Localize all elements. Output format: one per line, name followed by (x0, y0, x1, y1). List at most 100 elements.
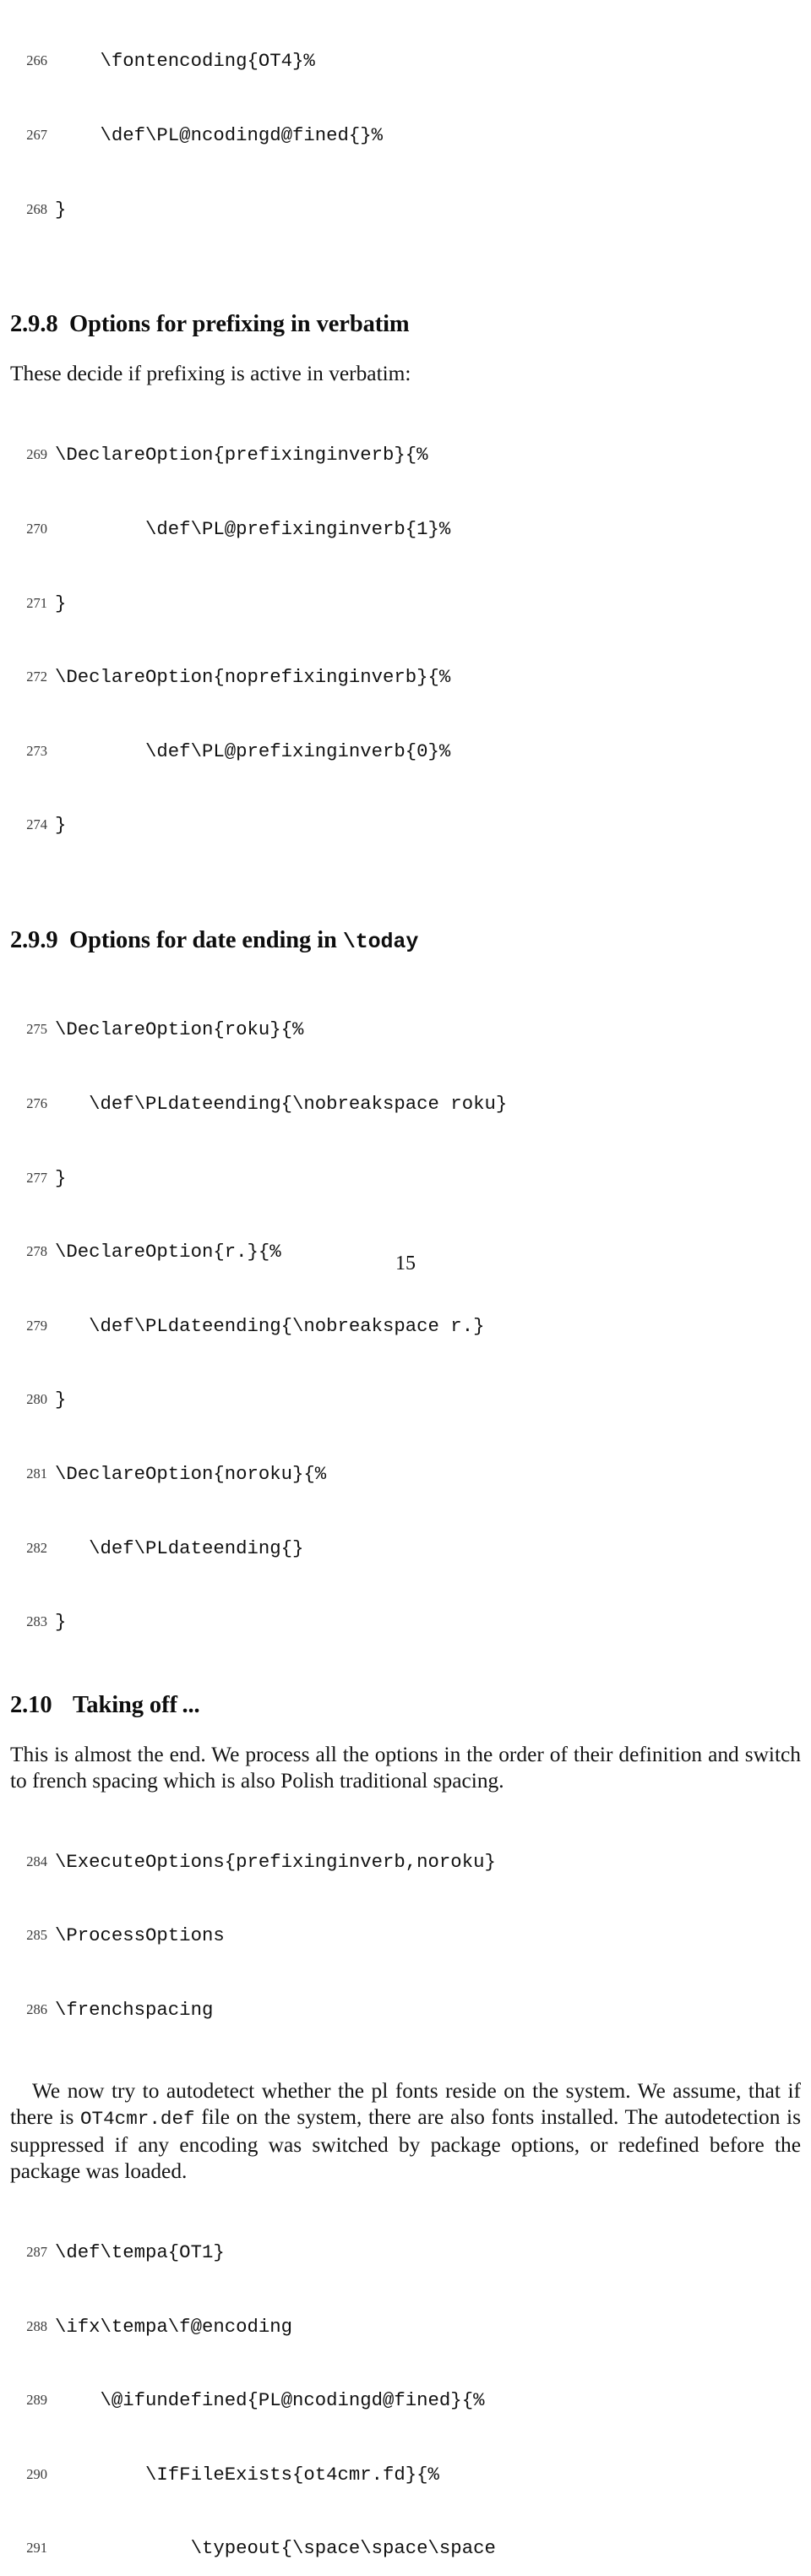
line-code: \ProcessOptions (55, 1924, 225, 1947)
line-number: 290 (26, 2465, 47, 2482)
code-listing-287-298: 287 \def\tempa{OT1} 288 \ifx\tempa\f@encod… (10, 2191, 801, 2576)
line-code: \DeclareOption{noprefixinginverb}{% (55, 666, 451, 689)
line-number: 291 (26, 2540, 47, 2557)
line-number: 272 (26, 669, 47, 685)
line-code: } (55, 592, 67, 614)
code-line: 271} (10, 592, 801, 616)
line-code: \def\PLdateending{\nobreakspace r.} (55, 1314, 485, 1337)
line-number: 269 (26, 446, 47, 463)
line-number: 267 (26, 127, 47, 143)
line-number: 283 (26, 1613, 47, 1630)
code-line: 290 \IfFileExists{ot4cmr.fd}{% (10, 2463, 801, 2487)
line-number: 273 (26, 742, 47, 759)
line-number: 286 (26, 2000, 47, 2017)
line-number: 268 (26, 200, 47, 217)
section-title: Taking off ... (73, 1691, 200, 1718)
code-line: 274} (10, 813, 801, 838)
line-number: 289 (26, 2392, 47, 2409)
section-title: Options for prefixing in verbatim (69, 311, 410, 338)
line-code: \DeclareOption{roku}{% (55, 1018, 304, 1041)
line-number: 266 (26, 52, 47, 69)
code-listing-269-274: 269 \DeclareOption{prefixinginverb}{% 270… (10, 394, 801, 887)
code-line: 272 \DeclareOption{noprefixinginverb}{% (10, 665, 801, 690)
line-number: 285 (26, 1927, 47, 1944)
line-number: 276 (26, 1094, 47, 1111)
section-heading-2-9-8: 2.9.8 Options for prefixing in verbatim (10, 310, 801, 339)
line-code: \def\PL@prefixinginverb{0}% (55, 740, 451, 762)
line-number: 282 (26, 1539, 47, 1556)
code-line: 281 \DeclareOption{noroku}{% (10, 1462, 801, 1487)
code-line: 269 \DeclareOption{prefixinginverb}{% (10, 443, 801, 467)
section-title: Options for date ending in \today (69, 926, 419, 954)
paragraph-taking-off: This is almost the end. We process all t… (10, 1742, 801, 1793)
line-number: 281 (26, 1465, 47, 1482)
page-number: 15 (395, 1253, 416, 1274)
code-line: 277} (10, 1166, 801, 1191)
section-title-macro: \today (342, 929, 419, 954)
section-heading-2-10: 2.10 Taking off ... (10, 1691, 801, 1720)
line-code: } (55, 1389, 67, 1411)
code-line: 285 \ProcessOptions (10, 1924, 801, 1948)
line-code: \def\PL@ncodingd@fined{}% (55, 124, 384, 146)
code-line: 291 \typeout{\space\space\space (10, 2536, 801, 2561)
code-line: 280} (10, 1388, 801, 1412)
code-line: 268} (10, 198, 801, 222)
code-line: 267 \def\PL@ncodingd@fined{}% (10, 123, 801, 148)
line-code: \def\PLdateending{} (55, 1536, 304, 1559)
line-number: 277 (26, 1169, 47, 1186)
code-line: 273 \def\PL@prefixinginverb{0}% (10, 740, 801, 764)
code-line: 270 \def\PL@prefixinginverb{1}% (10, 517, 801, 542)
line-code: \DeclareOption{noroku}{% (55, 1462, 327, 1485)
code-listing-266-268: 266 \fontencoding{OT4}% 267 \def\PL@ncod… (10, 0, 801, 271)
line-code: \ifx\tempa\f@encoding (55, 2315, 292, 2338)
line-number: 275 (26, 1021, 47, 1038)
code-line: 287 \def\tempa{OT1} (10, 2240, 801, 2265)
inline-code-ot4cmr: OT4cmr.def (79, 2108, 195, 2131)
line-code: \typeout{\space\space\space (55, 2537, 496, 2560)
line-number: 280 (26, 1391, 47, 1408)
paragraph-autodetect: We now try to autodetect whether the pl … (10, 2078, 801, 2184)
line-code: \fontencoding{OT4}% (55, 50, 315, 73)
line-code: } (55, 1166, 67, 1189)
line-number: 279 (26, 1317, 47, 1334)
line-code: \frenchspacing (55, 1998, 214, 2021)
code-line: 286 \frenchspacing (10, 1998, 801, 2022)
line-code: \def\PL@prefixinginverb{1}% (55, 517, 451, 540)
line-number: 270 (26, 520, 47, 537)
line-code: \@ifundefined{PL@ncodingd@fined}{% (55, 2389, 485, 2412)
section-number: 2.9.8 (10, 311, 58, 338)
line-code: \DeclareOption{prefixinginverb}{% (55, 444, 428, 467)
line-code: } (55, 198, 67, 221)
code-listing-275-283: 275 \DeclareOption{roku}{% 276 \def\PLdat… (10, 969, 801, 1684)
line-number: 271 (26, 594, 47, 611)
line-code: } (55, 814, 67, 837)
code-line: 276 \def\PLdateending{\nobreakspace roku… (10, 1092, 801, 1116)
code-line: 284 \ExecuteOptions{prefixinginverb,norok… (10, 1850, 801, 1875)
section-heading-2-9-9: 2.9.9 Options for date ending in \today (10, 926, 801, 957)
line-code: \def\tempa{OT1} (55, 2241, 225, 2264)
section-number: 2.10 (10, 1691, 52, 1718)
code-line: 283} (10, 1610, 801, 1635)
line-number: 284 (26, 1853, 47, 1869)
paragraph-prefixing-intro: These decide if prefixing is active in v… (10, 362, 411, 386)
line-code: \IfFileExists{ot4cmr.fd}{% (55, 2463, 439, 2486)
line-number: 287 (26, 2244, 47, 2261)
code-line: 266 \fontencoding{OT4}% (10, 49, 801, 74)
section-title-text: Options for date ending in (69, 926, 343, 953)
code-line: 289 \@ifundefined{PL@ncodingd@fined}{% (10, 2388, 801, 2413)
document-page: 266 \fontencoding{OT4}% 267 \def\PL@ncod… (0, 0, 811, 2559)
code-line: 279 \def\PLdateending{\nobreakspace r.} (10, 1314, 801, 1339)
line-code: \def\PLdateending{\nobreakspace roku} (55, 1092, 508, 1115)
code-listing-284-286: 284 \ExecuteOptions{prefixinginverb,norok… (10, 1800, 801, 2071)
line-number: 274 (26, 816, 47, 833)
line-code: \ExecuteOptions{prefixinginverb,noroku} (55, 1850, 496, 1873)
section-number: 2.9.9 (10, 926, 58, 953)
